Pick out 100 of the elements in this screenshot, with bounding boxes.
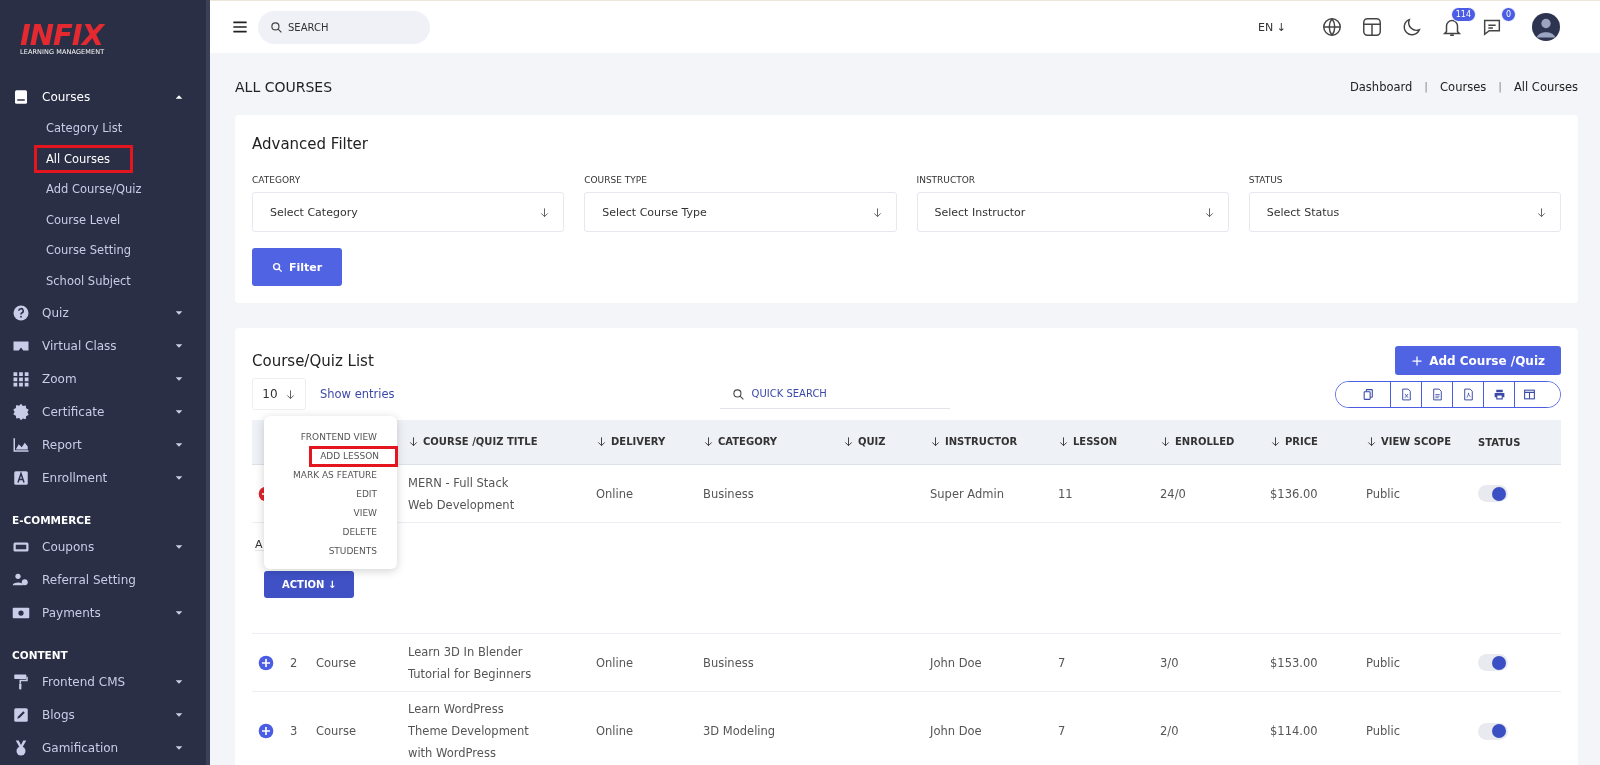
sidebar-item[interactable]: Gamification xyxy=(0,731,206,764)
column-header[interactable]: LESSON xyxy=(1058,435,1118,447)
table-cell-text: Learn WordPress Theme Development with WordPress xyxy=(408,701,530,762)
filter-button[interactable]: Filter xyxy=(252,248,343,286)
arrow-down-icon xyxy=(1536,206,1547,218)
menu-item[interactable]: ADD LESSON xyxy=(310,447,397,466)
sidebar-item[interactable]: Courses xyxy=(0,80,206,113)
table-cell: $153.00 xyxy=(1270,655,1318,670)
sidebar-item[interactable]: Blogs xyxy=(0,698,206,731)
message-count: 0 xyxy=(1500,7,1516,22)
search-icon xyxy=(731,388,745,401)
sidebar-item[interactable]: Coupons xyxy=(0,530,206,563)
print-icon xyxy=(1492,387,1506,401)
column-header[interactable]: CATEGORY xyxy=(703,435,778,447)
grid-icon xyxy=(12,369,30,388)
search-icon xyxy=(272,261,283,273)
menu-item[interactable]: VIEW xyxy=(264,504,397,523)
select-field[interactable]: Select Instructor xyxy=(916,192,1229,232)
submenu-item[interactable]: Course Setting xyxy=(0,235,206,266)
table-cell: 7 xyxy=(1058,655,1066,670)
sidebar-item[interactable]: Payments xyxy=(0,596,206,629)
breadcrumb-link[interactable]: Courses xyxy=(1440,80,1487,94)
globe-icon xyxy=(1321,16,1343,38)
text-file-icon xyxy=(1430,387,1444,401)
table-cell: 2/0 xyxy=(1160,724,1179,738)
table-cell: Online xyxy=(596,486,634,501)
submenu-item[interactable]: Category List xyxy=(0,113,206,144)
export-button[interactable] xyxy=(1514,381,1560,407)
badge-icon xyxy=(12,402,30,421)
menu-item[interactable]: STUDENTS xyxy=(264,542,397,561)
field-label: COURSE TYPE xyxy=(584,175,648,185)
sort-arrow-icon xyxy=(1160,435,1171,447)
submenu-item[interactable]: Add Course/Quiz xyxy=(0,174,206,205)
paint-roller-icon xyxy=(12,672,30,691)
table-cell: Super Admin xyxy=(930,486,1004,501)
select-field[interactable]: Select Status xyxy=(1248,192,1561,232)
sort-arrow-icon xyxy=(1270,435,1281,447)
table-cell: Business xyxy=(703,486,754,501)
table-cell: 3D Modeling xyxy=(703,724,776,738)
field-label: INSTRUCTOR xyxy=(916,175,977,185)
submenu-item[interactable]: School Subject xyxy=(0,265,206,296)
page-size-select[interactable]: 10 xyxy=(252,378,306,410)
table-cell: Course xyxy=(316,724,357,738)
sidebar-item[interactable]: Certificate xyxy=(0,395,206,428)
notification-count: 114 xyxy=(1450,7,1476,22)
menu-item[interactable]: DELETE xyxy=(264,523,397,542)
table-cell: 24/0 xyxy=(1160,486,1186,501)
field-label: CATEGORY xyxy=(252,175,302,185)
menu-item[interactable]: MARK AS FEATURE xyxy=(264,466,397,485)
breadcrumb-link[interactable]: All Courses xyxy=(1513,80,1578,94)
sidebar-item[interactable]: Report xyxy=(0,428,206,461)
sidebar-item[interactable]: Zoom xyxy=(0,362,206,395)
submenu-item[interactable]: Course Level xyxy=(0,204,206,235)
table-cell: Business xyxy=(703,655,754,670)
sort-arrow-icon xyxy=(596,435,607,447)
plus-icon xyxy=(1411,354,1424,367)
column-header[interactable]: INSTRUCTOR xyxy=(930,435,1018,447)
table-cell: 7 xyxy=(1058,724,1066,738)
column-header[interactable]: COURSE /QUIZ TITLE xyxy=(408,435,538,447)
card-title: Advanced Filter xyxy=(252,135,369,153)
sidebar-item[interactable]: Frontend CMS xyxy=(0,665,206,698)
select-field[interactable]: Select Course Type xyxy=(584,192,897,232)
column-header[interactable]: ENROLLED xyxy=(1160,435,1235,447)
status-toggle[interactable] xyxy=(1478,654,1508,671)
column-header[interactable]: STATUS xyxy=(1478,436,1521,448)
table-cell: Public xyxy=(1366,486,1401,501)
column-header[interactable]: DELIVERY xyxy=(596,435,666,447)
sidebar-item[interactable]: Virtual Class xyxy=(0,329,206,362)
table-cell: $136.00 xyxy=(1270,486,1318,501)
language-selector[interactable]: EN ↓ xyxy=(1258,20,1286,34)
table-cell: Online xyxy=(596,655,634,670)
search-field[interactable]: SEARCH xyxy=(258,10,430,44)
menu-item[interactable]: EDIT xyxy=(264,485,397,504)
sidebar-item[interactable]: Referral Setting xyxy=(0,563,206,596)
status-toggle[interactable] xyxy=(1478,722,1508,740)
menu-item[interactable]: FRONTEND VIEW xyxy=(264,428,397,447)
arrow-down-icon xyxy=(1203,206,1215,218)
submenu-item[interactable]: All Courses xyxy=(33,143,134,174)
sort-arrow-icon xyxy=(843,435,854,447)
breadcrumb-separator: | xyxy=(1423,80,1430,94)
field-label: STATUS xyxy=(1248,175,1284,185)
table-cell: Online xyxy=(596,724,634,738)
avatar-icon xyxy=(1532,13,1560,41)
question-icon xyxy=(12,303,30,322)
column-header[interactable]: PRICE xyxy=(1270,435,1318,447)
breadcrumb-link[interactable]: Dashboard xyxy=(1349,80,1413,94)
sidebar-item[interactable]: Enrollment xyxy=(0,461,206,494)
column-header[interactable]: VIEW SCOPE xyxy=(1366,435,1451,447)
moon-icon xyxy=(1401,16,1423,38)
action-button[interactable]: ACTION ↓ xyxy=(264,571,355,598)
table-cell: 11 xyxy=(1058,486,1073,501)
status-toggle[interactable] xyxy=(1478,485,1508,502)
breadcrumb-separator: | xyxy=(1497,80,1503,94)
add-course-button[interactable]: Add Course /Quiz xyxy=(1395,346,1561,375)
sidebar-item[interactable]: Quiz xyxy=(0,296,206,329)
table-cell: Public xyxy=(1366,655,1401,670)
select-field[interactable]: Select Category xyxy=(252,192,565,232)
copy-icon xyxy=(1361,387,1375,401)
table-cell-text: MERN - Full Stack Web Development xyxy=(408,474,516,514)
column-header[interactable]: QUIZ xyxy=(843,435,886,447)
